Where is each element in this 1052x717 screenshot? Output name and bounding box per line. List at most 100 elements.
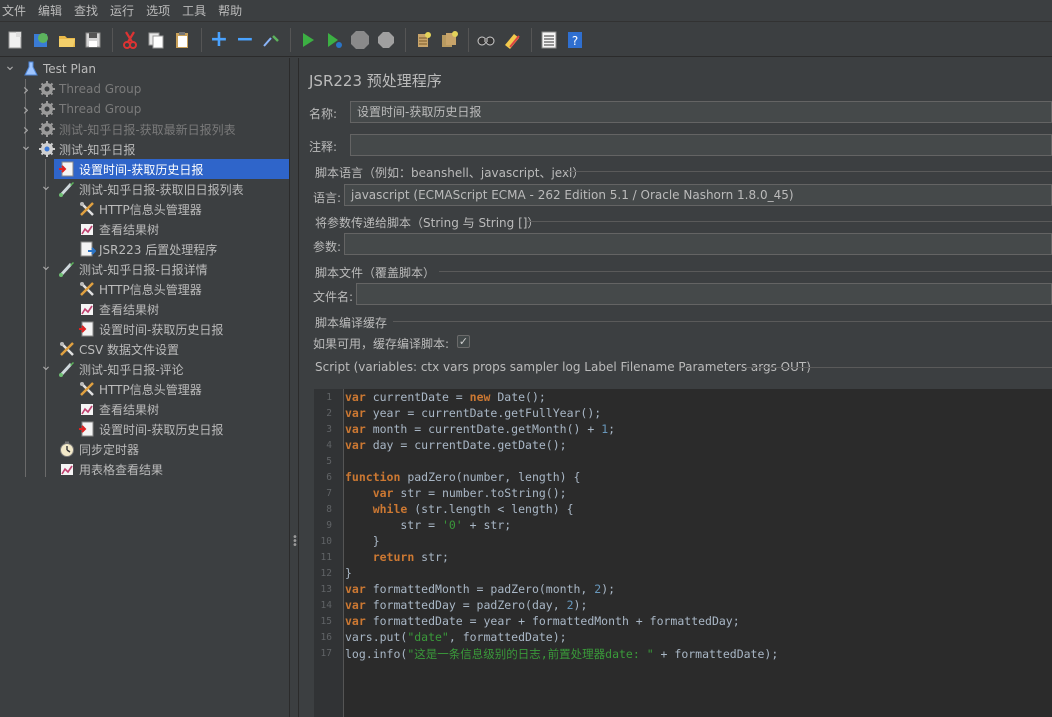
code-line[interactable]: var str = number.toString(); (345, 486, 567, 500)
code-line[interactable]: return str; (345, 550, 449, 564)
tree-node[interactable]: › Thread Group (0, 99, 289, 119)
start-no-pause-icon[interactable] (322, 28, 346, 52)
code-line[interactable]: function padZero(number, length) { (345, 470, 580, 484)
chevron-down-icon[interactable]: ⌄ (40, 358, 52, 374)
expand-icon[interactable]: + (207, 28, 231, 52)
line-number: 2 (326, 408, 332, 419)
menu-search[interactable]: 查找 (72, 0, 106, 22)
tree-node[interactable]: ⌄ 测试-知乎日报-获取旧日报列表 (0, 178, 289, 199)
name-field[interactable]: 设置时间-获取历史日报 (350, 101, 1052, 123)
test-plan-tree[interactable]: ⌄ Test Plan › Thread Group › Thread Group › 测试-… (0, 58, 289, 717)
params-field[interactable] (344, 233, 1052, 255)
menu-tools[interactable]: 工具 (180, 0, 214, 22)
search-icon[interactable] (474, 28, 498, 52)
tree-node[interactable]: 查看结果树 (0, 299, 289, 319)
code-line[interactable]: var year = currentDate.getFullYear(); (345, 406, 601, 420)
menu-run[interactable]: 运行 (108, 0, 142, 22)
toggle-icon[interactable] (259, 28, 283, 52)
tree-node[interactable]: 设置时间-获取历史日报 (54, 159, 289, 179)
code-line[interactable]: var month = currentDate.getMonth() + 1; (345, 422, 615, 436)
code-line[interactable]: } (345, 534, 380, 548)
shutdown-icon[interactable] (374, 28, 398, 52)
cut-icon[interactable] (118, 28, 142, 52)
open-icon[interactable] (55, 28, 79, 52)
code-token: vars.put( (345, 630, 408, 644)
copy-icon[interactable] (144, 28, 168, 52)
chevron-down-icon[interactable]: ⌄ (40, 258, 52, 274)
code-token: var (372, 486, 394, 500)
paste-icon[interactable] (170, 28, 194, 52)
help-icon[interactable]: ? (563, 28, 587, 52)
menu-help[interactable]: 帮助 (216, 0, 250, 22)
code-token: function (345, 470, 401, 484)
code-line[interactable]: var formattedDay = padZero(day, 2); (345, 598, 587, 612)
tree-node[interactable]: ⌄ 测试-知乎日报-评论 (0, 358, 289, 379)
stop-icon[interactable] (348, 28, 372, 52)
tree-node[interactable]: 设置时间-获取历史日报 (0, 419, 289, 439)
cache-compiled-checkbox[interactable]: ✓ (457, 335, 470, 348)
chevron-down-icon[interactable]: ⌄ (4, 58, 16, 74)
tree-node[interactable]: ⌄ 测试-知乎日报-日报详情 (0, 258, 289, 279)
tree-node[interactable]: HTTP信息头管理器 (0, 379, 289, 399)
tree-node[interactable]: 设置时间-获取历史日报 (0, 319, 289, 339)
chevron-down-icon[interactable]: ⌄ (40, 178, 52, 194)
chevron-down-icon[interactable]: ⌄ (20, 138, 32, 154)
menu-options[interactable]: 选项 (144, 0, 178, 22)
thread-group-icon (38, 140, 56, 158)
save-icon[interactable] (81, 28, 105, 52)
code-token: str = number.toString(); (393, 486, 567, 500)
comment-field[interactable] (350, 134, 1052, 156)
code-line[interactable]: var day = currentDate.getDate(); (345, 438, 567, 452)
tree-node[interactable]: HTTP信息头管理器 (0, 199, 289, 219)
start-icon[interactable] (296, 28, 320, 52)
tree-node[interactable]: ⌄ Test Plan (0, 58, 289, 79)
function-helper-icon[interactable] (537, 28, 561, 52)
code-line[interactable]: var formattedMonth = padZero(month, 2); (345, 582, 615, 596)
sampler-icon (58, 360, 76, 378)
splitter[interactable] (289, 58, 299, 717)
clear-icon[interactable] (411, 28, 435, 52)
tree-node[interactable]: ⌄ 测试-知乎日报 (0, 138, 289, 159)
tree-node[interactable]: HTTP信息头管理器 (0, 279, 289, 299)
code-line[interactable]: var formattedDate = year + formattedMont… (345, 614, 740, 628)
file-name-field[interactable] (356, 283, 1052, 305)
tree-node[interactable]: 查看结果树 (0, 219, 289, 239)
line-number: 14 (320, 600, 332, 611)
code-line[interactable]: var currentDate = new Date(); (345, 390, 546, 404)
tree-node[interactable]: 同步定时器 (0, 439, 289, 459)
tree-node[interactable]: › Thread Group (0, 79, 289, 99)
language-select[interactable]: javascript (ECMAScript ECMA - 262 Editio… (344, 184, 1052, 206)
tree-node[interactable]: JSR223 后置处理程序 (0, 239, 289, 259)
tree-node[interactable]: › 测试-知乎日报-获取最新日报列表 (0, 119, 289, 139)
code-line[interactable]: while (str.length < length) { (345, 502, 574, 516)
chevron-right-icon[interactable]: › (20, 120, 32, 139)
menu-edit[interactable]: 编辑 (36, 0, 70, 22)
code-line[interactable]: log.info("这是一条信息级别的日志,前置处理器date: " + for… (345, 646, 778, 662)
code-line[interactable]: } (345, 566, 352, 580)
tree-node-label: Thread Group (59, 102, 142, 116)
chevron-right-icon[interactable]: › (20, 80, 32, 99)
chevron-right-icon[interactable]: › (20, 100, 32, 119)
collapse-icon[interactable]: − (233, 28, 257, 52)
toolbar-separator (531, 27, 532, 52)
script-editor[interactable]: 1 var currentDate = new Date(); 2 var year … (314, 389, 1052, 717)
menu-file[interactable]: 文件 (0, 0, 34, 22)
code-token: var (345, 582, 366, 596)
tree-node[interactable]: 用表格查看结果 (0, 459, 289, 479)
new-icon[interactable] (3, 28, 27, 52)
templates-icon[interactable] (29, 28, 53, 52)
clear-all-icon[interactable] (437, 28, 461, 52)
code-line[interactable]: str = '0' + str; (345, 518, 511, 532)
splitter-grip-icon[interactable]: • • • (292, 533, 298, 551)
script-file-section-title: 脚本文件（覆盖脚本） (315, 266, 436, 280)
tree-node[interactable]: 查看结果树 (0, 399, 289, 419)
tree-node[interactable]: CSV 数据文件设置 (0, 339, 289, 359)
reset-search-icon[interactable] (500, 28, 524, 52)
code-line[interactable]: vars.put("date", formattedDate); (345, 630, 567, 644)
